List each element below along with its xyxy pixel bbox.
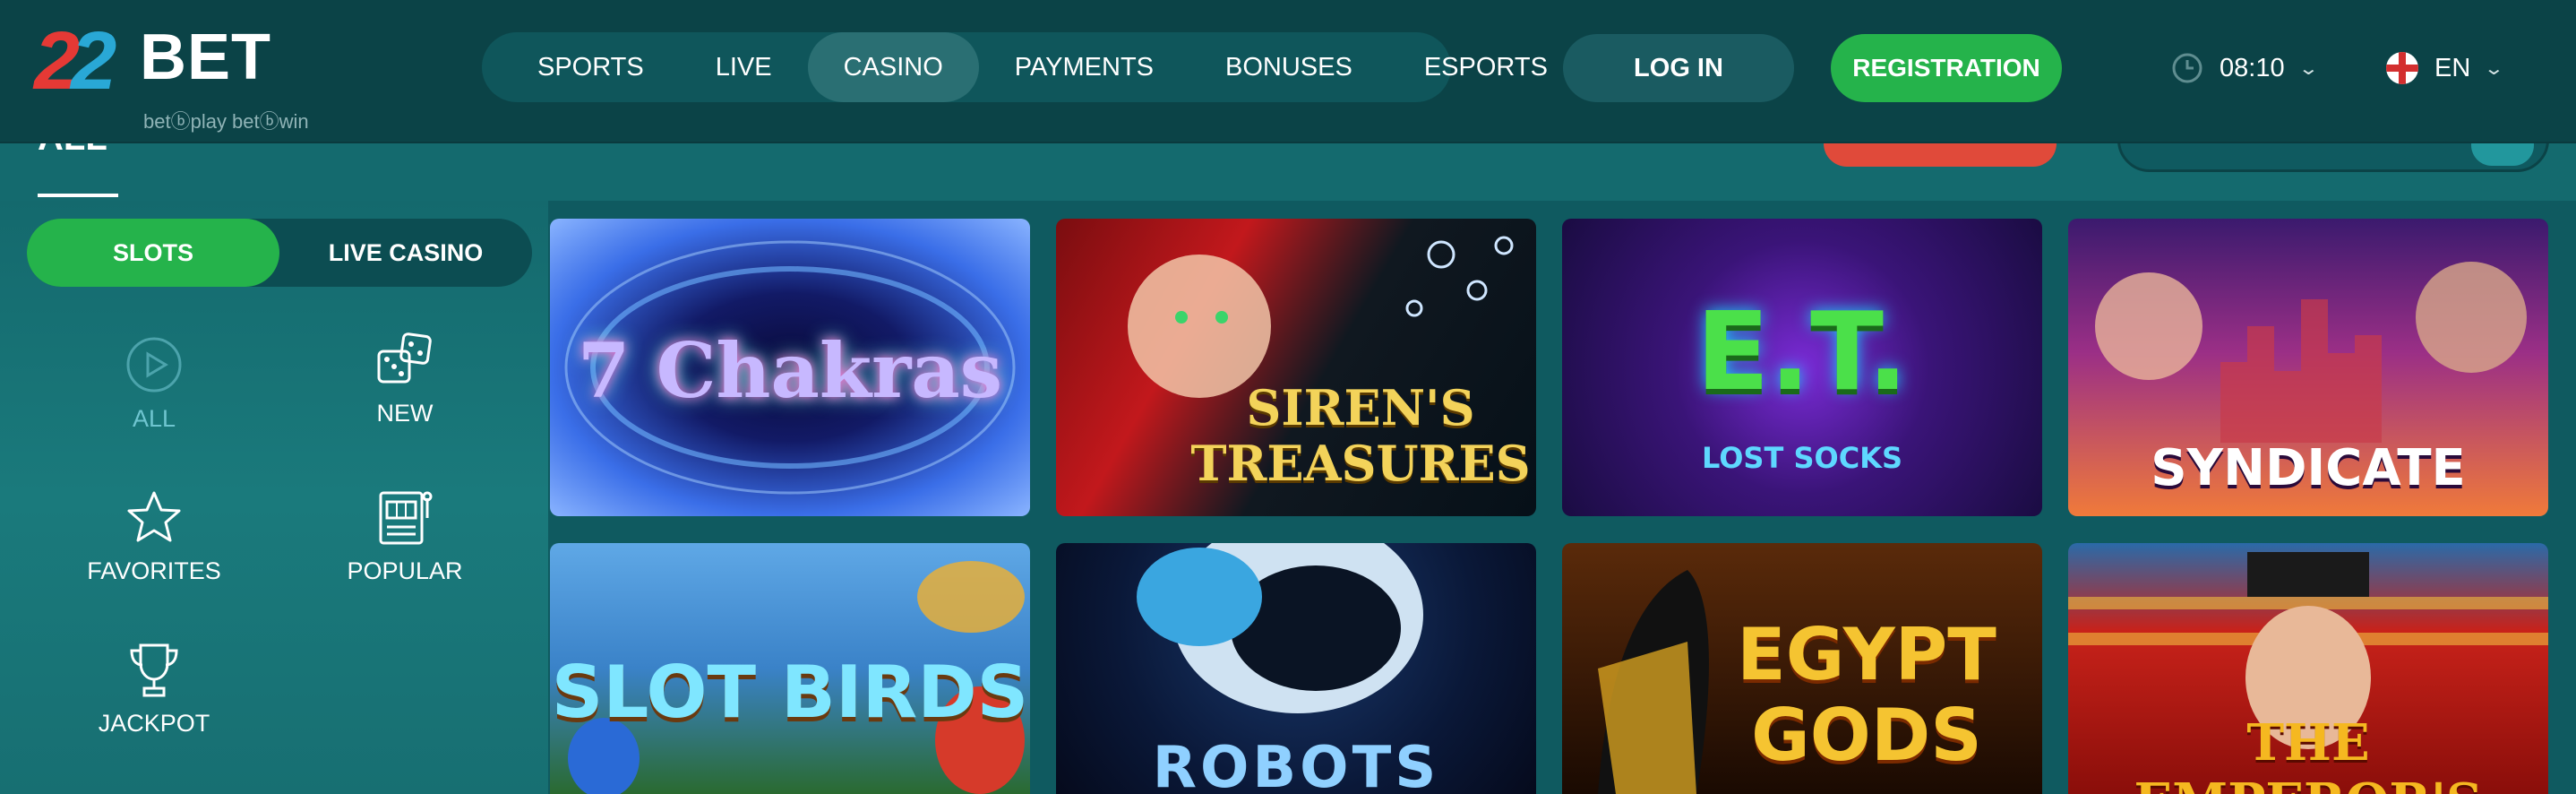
- active-tab-underline: [38, 194, 118, 197]
- clock-icon: [2172, 53, 2202, 83]
- clock-time: 08:10: [2220, 53, 2285, 82]
- star-icon: [127, 491, 181, 542]
- game-subtitle: LOST SOCKS: [1701, 441, 1903, 475]
- game-title: E.T.: [1696, 290, 1909, 415]
- game-card[interactable]: ROBOTS: [1056, 543, 1536, 794]
- game-card[interactable]: THE EMPEROR'S: [2068, 543, 2548, 794]
- chevron-down-icon: ⌄: [2483, 58, 2505, 79]
- top-header: 22 BET betⓑplay betⓑwin SPORTS LIVE CASI…: [0, 0, 2576, 143]
- search-input[interactable]: [2117, 143, 2549, 172]
- game-card[interactable]: 7 Chakras: [550, 219, 1030, 516]
- category-new-label: NEW: [376, 400, 434, 427]
- play-circle-icon: [126, 337, 182, 393]
- category-popular[interactable]: POPULAR: [315, 486, 494, 611]
- game-title: SIREN'S TREASURES: [1190, 379, 1531, 492]
- nav-live[interactable]: LIVE: [680, 32, 808, 102]
- promo-button[interactable]: [1824, 143, 2057, 167]
- game-title: 7 Chakras: [577, 326, 1003, 415]
- nav-payments[interactable]: PAYMENTS: [979, 32, 1189, 102]
- nav-esports[interactable]: ESPORTS: [1388, 32, 1584, 102]
- dice-icon: [377, 332, 432, 384]
- nav-bonuses[interactable]: BONUSES: [1189, 32, 1388, 102]
- filter-all-tab[interactable]: ALL: [38, 143, 107, 159]
- slot-machine-icon: [379, 491, 433, 545]
- tab-slots[interactable]: SLOTS: [27, 219, 279, 287]
- category-jackpot-label: JACKPOT: [98, 710, 210, 737]
- main-nav: SPORTS LIVE CASINO PAYMENTS BONUSES ESPO…: [482, 32, 1548, 102]
- nav-casino[interactable]: CASINO: [807, 32, 979, 102]
- game-card[interactable]: SYNDICATE: [2068, 219, 2548, 516]
- uk-flag-icon: [2386, 52, 2418, 84]
- game-card[interactable]: SIREN'S TREASURES: [1056, 219, 1536, 516]
- language-code: EN: [2434, 53, 2471, 82]
- category-jackpot[interactable]: JACKPOT: [64, 638, 244, 764]
- tab-live-casino[interactable]: LIVE CASINO: [279, 219, 532, 287]
- chevron-down-icon: ⌄: [2297, 58, 2319, 79]
- login-button[interactable]: LOG IN: [1563, 34, 1794, 102]
- category-favorites-label: FAVORITES: [87, 557, 221, 584]
- game-card[interactable]: EGYPT GODS: [1562, 543, 2042, 794]
- logo-tagline: betⓑplay betⓑwin: [143, 110, 309, 133]
- game-title: SYNDICATE: [2151, 439, 2466, 497]
- category-favorites[interactable]: FAVORITES: [64, 486, 244, 611]
- category-all[interactable]: ALL: [64, 333, 244, 459]
- game-card[interactable]: SLOT BIRDS: [550, 543, 1030, 794]
- clock-dropdown[interactable]: 08:10 ⌄: [2171, 50, 2319, 86]
- game-title: EGYPT GODS: [1737, 613, 1996, 777]
- casino-sidebar: SLOTS LIVE CASINO ALL NEW FAVORITES POPU…: [0, 201, 548, 794]
- casino-subbar: ALL: [0, 143, 2576, 201]
- game-card[interactable]: E.T. LOST SOCKS: [1562, 219, 2042, 516]
- game-title: THE EMPEROR'S: [2134, 713, 2483, 794]
- category-popular-label: POPULAR: [347, 557, 463, 584]
- nav-sports[interactable]: SPORTS: [502, 32, 680, 102]
- logo-number: 22: [34, 15, 116, 107]
- game-title: SLOT BIRDS: [551, 651, 1029, 734]
- category-new[interactable]: NEW: [315, 328, 494, 453]
- search-button[interactable]: [2471, 143, 2534, 166]
- game-title: ROBOTS: [1152, 735, 1440, 794]
- language-selector[interactable]: EN ⌄: [2386, 50, 2505, 86]
- category-all-label: ALL: [132, 405, 176, 432]
- trophy-icon: [130, 643, 178, 697]
- registration-button[interactable]: REGISTRATION: [1831, 34, 2062, 102]
- brand-logo[interactable]: 22 BET betⓑplay betⓑwin: [34, 15, 356, 133]
- casino-type-switch: SLOTS LIVE CASINO: [27, 219, 532, 287]
- logo-name: BET: [140, 22, 271, 93]
